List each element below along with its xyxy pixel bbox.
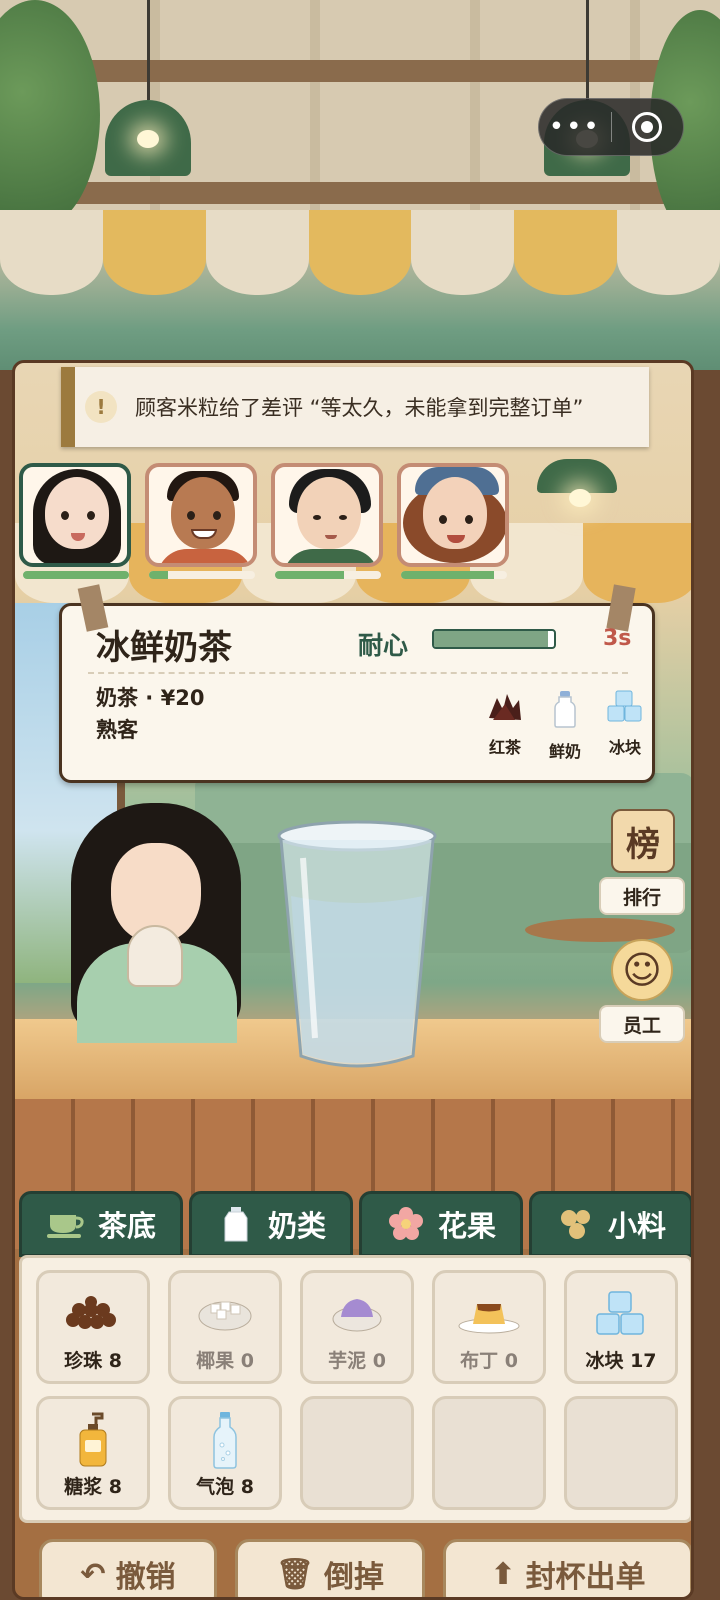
customer-avatar[interactable] xyxy=(19,463,131,567)
syrup-pump-bottle-icon xyxy=(39,1407,147,1473)
divider xyxy=(88,672,628,674)
category-price: 奶茶 · ¥20 xyxy=(96,686,205,710)
customer-avatar[interactable] xyxy=(271,463,383,567)
seal-cup-icon: ⬆ xyxy=(490,1556,516,1592)
trash-icon: 🗑 xyxy=(275,1556,315,1592)
inventory-slot-ice[interactable]: 冰块 17 xyxy=(564,1270,678,1384)
milk-carton-icon xyxy=(216,1206,256,1242)
customer-queue xyxy=(19,463,519,583)
patience-fill xyxy=(149,571,169,579)
inventory-grid: 珍珠 8 椰果 0 芋泥 0 布丁 0 冰块 17 糖浆 8 气泡 8 xyxy=(19,1255,691,1523)
ingredient-ice: 冰块 xyxy=(600,690,650,758)
flower-icon xyxy=(386,1206,426,1242)
staff-label: 员工 xyxy=(599,1005,685,1043)
leaderboard-label: 排行 xyxy=(599,877,685,915)
customer-character xyxy=(51,803,261,1043)
sparkling-water-bottle-icon xyxy=(171,1407,279,1473)
patience-bar xyxy=(401,571,507,579)
pudding-icon xyxy=(435,1281,543,1347)
inventory-slot-sparkling[interactable]: 气泡 8 xyxy=(168,1396,282,1510)
lamp-cord xyxy=(147,0,150,100)
ceiling-beam xyxy=(0,182,720,204)
discard-button[interactable]: 🗑 倒掉 xyxy=(235,1539,425,1597)
black-tea-leaves-icon xyxy=(489,694,521,720)
ice-cubes-icon xyxy=(567,1281,675,1347)
more-dots-icon[interactable]: ••• xyxy=(539,98,611,156)
patience-bar xyxy=(275,571,381,579)
ingredient-black-tea: 红茶 xyxy=(480,690,530,758)
exclamation-icon: ! xyxy=(85,391,117,423)
inventory-slot-pearls[interactable]: 珍珠 8 xyxy=(36,1270,150,1384)
ice-cubes-icon xyxy=(607,690,642,722)
patience-meter-fill xyxy=(434,631,548,647)
ingredient-category-tabs: 茶底 奶类 花果 小料 xyxy=(19,1191,691,1257)
target-ring-icon xyxy=(632,112,663,142)
staff-button[interactable]: ☺ 员工 xyxy=(599,939,689,1047)
drink-name: 冰鲜奶茶 xyxy=(96,628,232,668)
patience-bar xyxy=(149,571,255,579)
inventory-slot-empty xyxy=(300,1396,414,1510)
inventory-slot-empty xyxy=(432,1396,546,1510)
tapioca-pearls-icon xyxy=(39,1281,147,1347)
ceiling-beam xyxy=(0,60,720,82)
toppings-icon xyxy=(556,1206,596,1242)
customer-type: 熟客 xyxy=(96,718,138,742)
undo-button[interactable]: ↶ 撤销 xyxy=(39,1539,217,1597)
patience-meter xyxy=(432,629,556,649)
patience-fill xyxy=(275,571,344,579)
smiley-face-icon: ☺ xyxy=(611,939,673,1001)
tab-tea-base[interactable]: 茶底 xyxy=(19,1191,183,1257)
seal-and-serve-button[interactable]: ⬆ 封杯出单 xyxy=(443,1539,691,1597)
inventory-slot-syrup[interactable]: 糖浆 8 xyxy=(36,1396,150,1510)
coconut-jelly-icon xyxy=(171,1281,279,1347)
milk-tea-cup xyxy=(127,925,183,987)
tab-toppings[interactable]: 小料 xyxy=(529,1191,691,1257)
time-left: 3s xyxy=(603,626,632,651)
pendant-lamp xyxy=(537,459,617,507)
lamp-cord xyxy=(586,0,589,100)
notification-text: 顾客米粒给了差评 “等太久，未能拿到完整订单” xyxy=(135,396,584,420)
tab-milk[interactable]: 奶类 xyxy=(189,1191,353,1257)
inventory-slot-pudding[interactable]: 布丁 0 xyxy=(432,1270,546,1384)
teacup-icon xyxy=(46,1206,86,1242)
leaderboard-button[interactable]: 榜 排行 xyxy=(599,809,689,917)
patience-label: 耐心 xyxy=(358,631,409,660)
customer-avatar[interactable] xyxy=(145,463,257,567)
game-frame: ! 顾客米粒给了差评 “等太久，未能拿到完整订单” 冰鲜奶茶 耐心 3s 奶茶 … xyxy=(12,360,694,1600)
undo-arrow-icon: ↶ xyxy=(80,1556,106,1592)
tab-flower-fruit[interactable]: 花果 xyxy=(359,1191,523,1257)
patience-bar xyxy=(23,571,129,579)
notification-banner: ! 顾客米粒给了差评 “等太久，未能拿到完整订单” xyxy=(61,367,649,447)
leaderboard-icon: 榜 xyxy=(611,809,675,873)
inventory-slot-coconut-jelly[interactable]: 椰果 0 xyxy=(168,1270,282,1384)
inventory-slot-empty xyxy=(564,1396,678,1510)
pendant-lamp xyxy=(105,100,191,176)
awning xyxy=(0,210,720,330)
patience-fill xyxy=(23,571,129,579)
taro-paste-icon xyxy=(303,1281,411,1347)
action-bar: ↶ 撤销 🗑 倒掉 ⬆ 封杯出单 xyxy=(15,1539,691,1597)
ingredient-milk: 鲜奶 xyxy=(540,690,590,762)
customer-avatar[interactable] xyxy=(397,463,509,567)
inventory-slot-taro[interactable]: 芋泥 0 xyxy=(300,1270,414,1384)
empty-drink-cup[interactable] xyxy=(275,818,439,1078)
milk-bottle-icon xyxy=(554,691,576,728)
close-mini-program-button[interactable] xyxy=(612,112,684,142)
mini-program-capsule: ••• xyxy=(538,98,684,156)
order-card: 冰鲜奶茶 耐心 3s 奶茶 · ¥20 熟客 红茶 鲜奶 冰块 xyxy=(59,584,655,783)
patience-fill xyxy=(401,571,495,579)
